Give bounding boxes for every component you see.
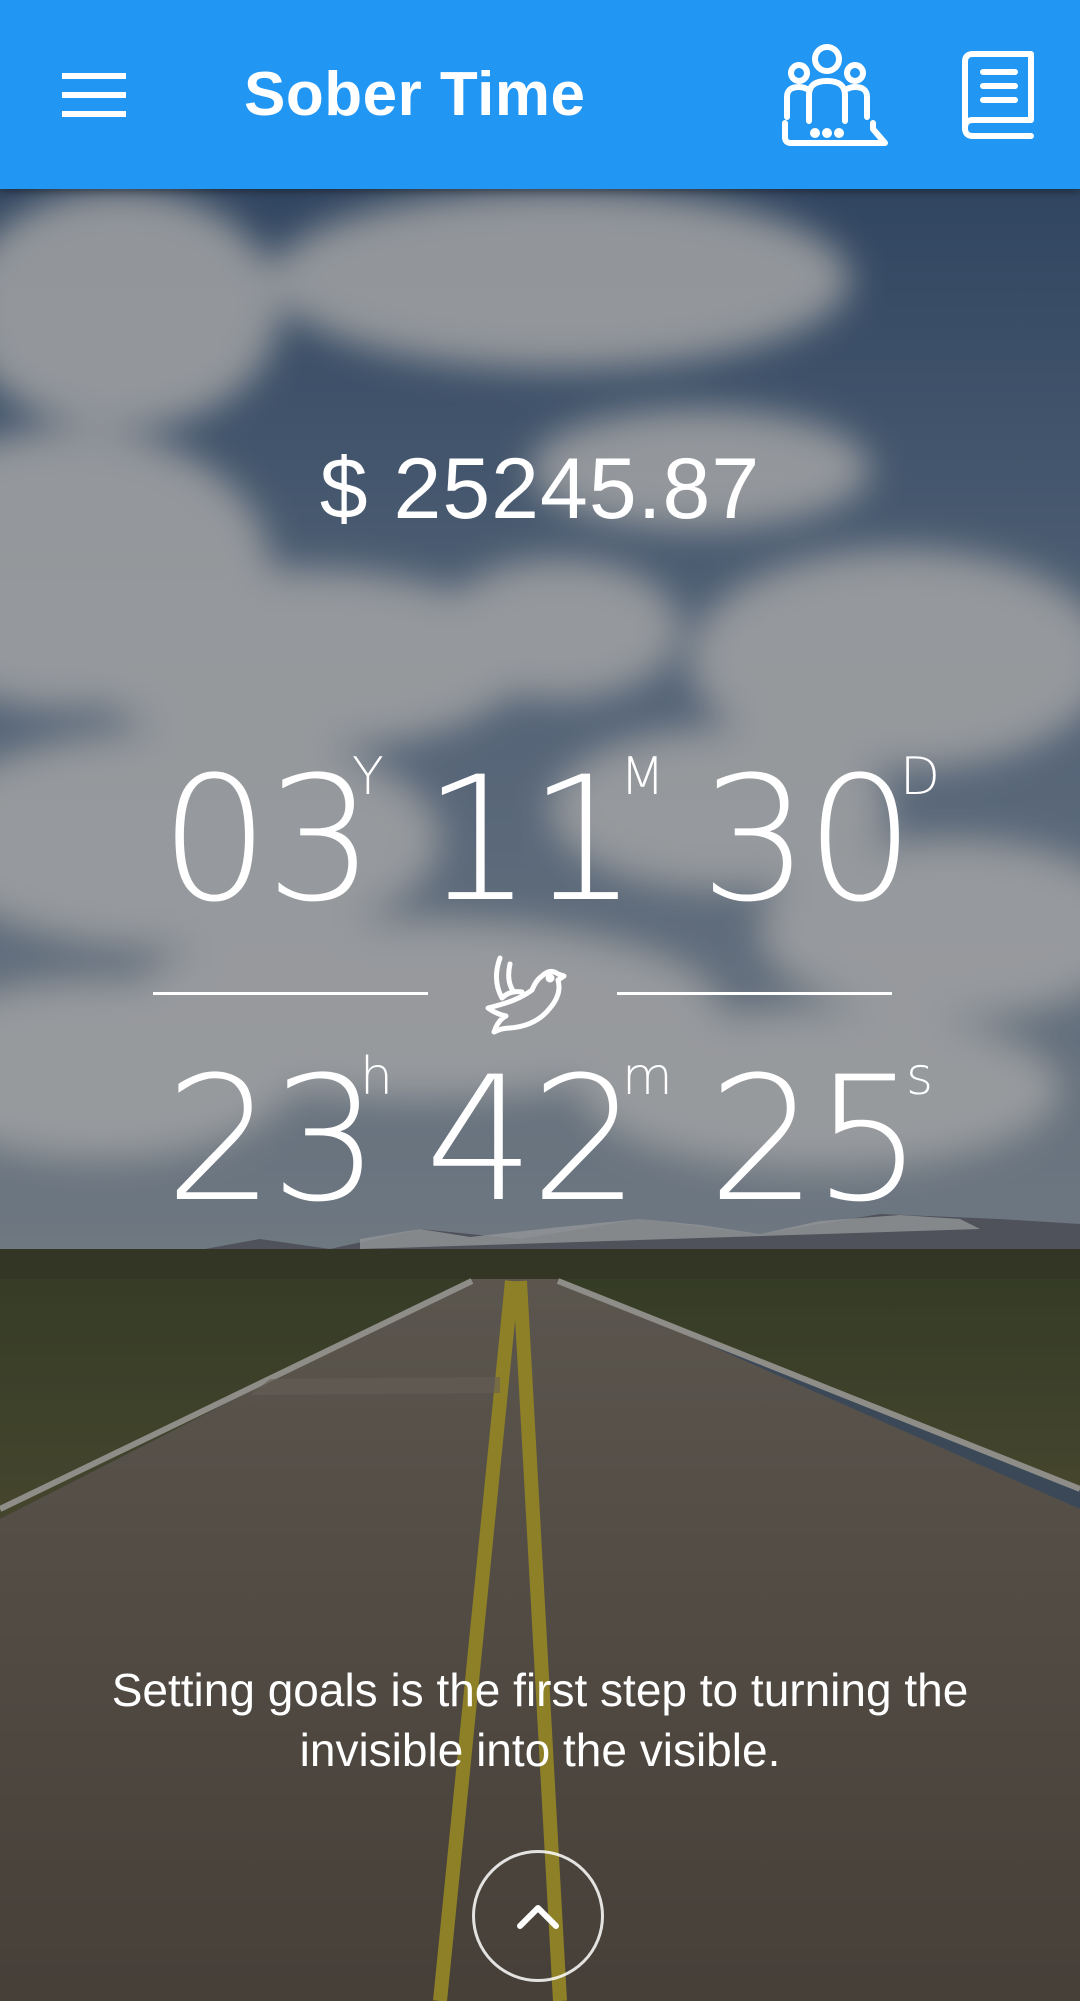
years-counter: 03 Y [160,739,410,940]
years-value: 03 [160,739,375,940]
seconds-counter: 25 s [708,1039,958,1240]
days-suffix: D [900,747,941,807]
months-suffix: M [620,747,665,807]
chevron-up-icon [517,1905,559,1929]
money-saved: $ 25245.87 [319,441,761,537]
seconds-suffix: s [906,1047,934,1107]
timer-divider [0,940,1080,1050]
days-value: 30 [700,739,915,940]
months-counter: 11 M [423,739,673,940]
hours-value: 23 [165,1039,380,1240]
quote-line-1: Setting goals is the first step to turni… [111,1664,969,1716]
journal-button[interactable] [944,40,1054,150]
months-value: 11 [423,739,638,940]
hours-counter: 23 h [165,1039,415,1240]
book-icon [962,51,1034,139]
divider-line-right [617,992,892,995]
days-counter: 30 D [700,739,950,940]
community-button[interactable] [770,30,900,160]
seconds-value: 25 [708,1039,923,1240]
time-counter-row: 23 h 42 m 25 s [0,1039,1080,1240]
minutes-suffix: m [622,1047,673,1107]
hamburger-menu-icon [62,73,126,117]
community-chat-icon [782,44,888,146]
hours-suffix: h [360,1047,393,1107]
app-bar: Sober Time [0,0,1080,189]
minutes-counter: 42 m [425,1039,675,1240]
dove-icon [485,955,567,1035]
years-suffix: Y [352,747,384,807]
minutes-value: 42 [425,1039,640,1240]
sober-time-screen: Sober Time $ 25245.87 03 Y 11 M 30 D 23 … [0,0,1080,2001]
divider-line-left [153,992,428,995]
quote-line-2: invisible into the visible. [299,1724,781,1776]
date-counter-row: 03 Y 11 M 30 D [0,739,1080,940]
expand-button[interactable] [472,1850,604,1982]
app-title: Sober Time [244,60,586,129]
menu-button[interactable] [40,50,148,140]
motivational-quote: Setting goals is the first step to turni… [40,1660,1040,1780]
